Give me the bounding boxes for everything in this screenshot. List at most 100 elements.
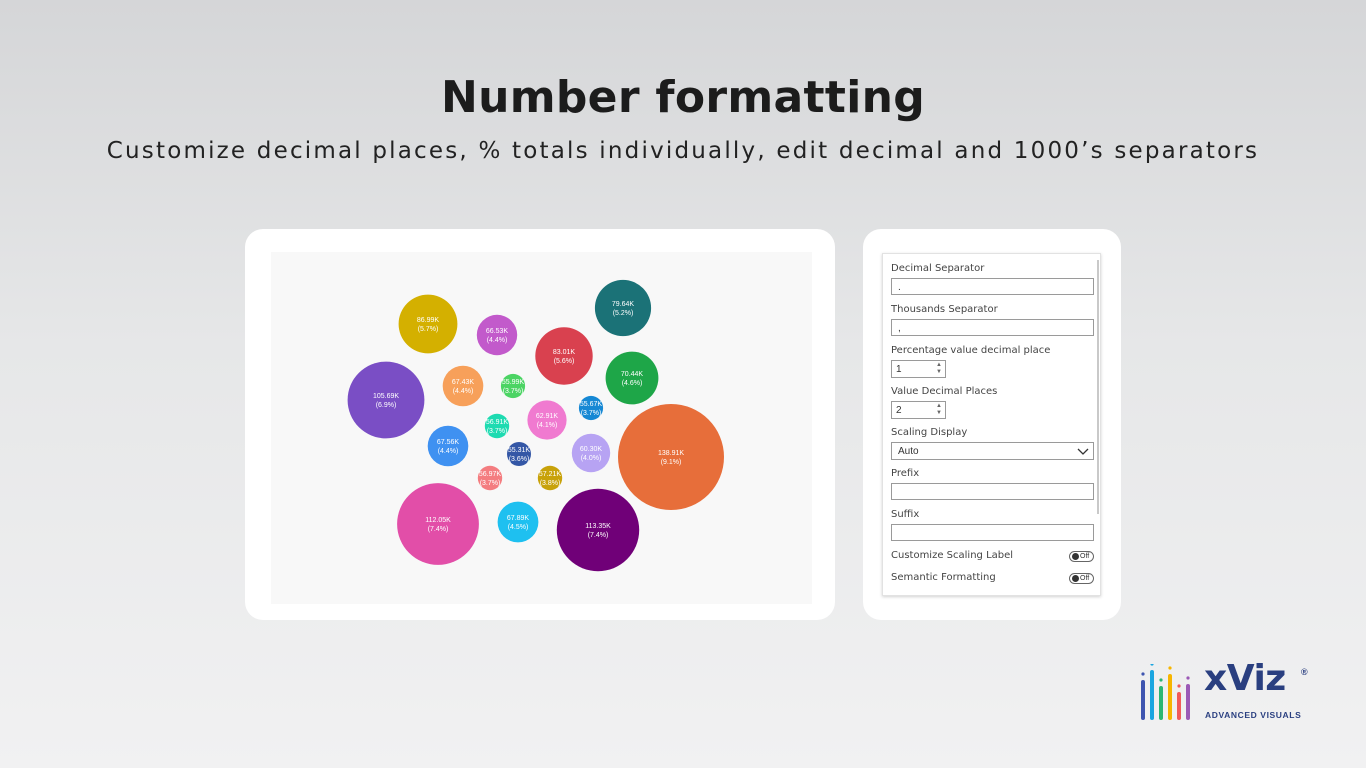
- bubble[interactable]: [397, 483, 479, 565]
- scaling-display-label: Scaling Display: [891, 427, 968, 438]
- percentage-decimal-stepper[interactable]: 1 ▲ ▼: [891, 360, 946, 378]
- logo-bar: [1177, 684, 1181, 720]
- bubble[interactable]: [442, 365, 484, 407]
- bubble-value-label: 57.21K: [539, 471, 562, 478]
- bubble-value-label: 66.53K: [486, 328, 509, 335]
- bubble[interactable]: [347, 361, 425, 439]
- bubble-percent-label: (3.6%): [509, 456, 530, 463]
- customize-scaling-label-toggle[interactable]: Off: [1069, 551, 1094, 562]
- page-title: Number formatting: [440, 72, 926, 123]
- bubble-percent-label: (4.1%): [537, 422, 558, 429]
- bubble-value-label: 56.91K: [486, 419, 509, 426]
- scaling-display-dropdown[interactable]: Auto: [891, 442, 1094, 460]
- value-decimal-value: 2: [896, 405, 902, 416]
- bubble-percent-label: (5.2%): [613, 310, 634, 317]
- semantic-formatting-label: Semantic Formatting: [891, 572, 996, 583]
- scaling-display-value: Auto: [898, 446, 919, 457]
- value-decimal-stepper[interactable]: 2 ▲ ▼: [891, 401, 946, 419]
- bubble-value-label: 55.31K: [508, 447, 531, 454]
- bubble-percent-label: (3.7%): [581, 410, 602, 417]
- logo-bar: [1159, 678, 1163, 720]
- bubble-percent-label: (3.7%): [487, 428, 508, 435]
- bubble[interactable]: [535, 327, 593, 385]
- stepper-arrows-icon[interactable]: ▲ ▼: [936, 403, 942, 417]
- logo-bar: [1150, 664, 1154, 720]
- bubble-percent-label: (5.7%): [418, 326, 439, 333]
- bubble-value-label: 138.91K: [658, 450, 684, 457]
- logo-tagline: ADVANCED VISUALS: [1205, 710, 1302, 720]
- bubble-value-label: 83.01K: [553, 349, 576, 356]
- prefix-input[interactable]: [891, 483, 1094, 500]
- bubble-percent-label: (7.4%): [588, 532, 609, 539]
- bubble-percent-label: (4.4%): [453, 388, 474, 395]
- page-subtitle: Customize decimal places, % totals indiv…: [106, 138, 1260, 164]
- logo-bar: [1168, 666, 1172, 720]
- semantic-formatting-toggle[interactable]: Off: [1069, 573, 1094, 584]
- bubble-value-label: 67.43K: [452, 379, 475, 386]
- bubble-value-label: 112.05K: [425, 517, 451, 524]
- bubble-percent-label: (5.6%): [554, 358, 575, 365]
- bubble[interactable]: [605, 351, 659, 405]
- bubble-value-label: 55.99K: [502, 379, 525, 386]
- bubble-percent-label: (4.6%): [622, 380, 643, 387]
- bubble[interactable]: [527, 400, 567, 440]
- percentage-decimal-value: 1: [896, 364, 902, 375]
- value-decimal-label: Value Decimal Places: [891, 386, 998, 397]
- xviz-logo: xViz ® ADVANCED VISUALS: [1138, 658, 1313, 724]
- logo-bar: [1141, 672, 1145, 720]
- bubble-value-label: 62.91K: [536, 413, 559, 420]
- toggle-state: Off: [1080, 553, 1090, 560]
- chart-card: 86.99K (5.7%) 66.53K (4.4%) 79.64K (5.2%) 83.0…: [245, 229, 835, 620]
- bubble-percent-label: (3.7%): [480, 480, 501, 487]
- bubble-percent-label: (6.9%): [376, 402, 397, 409]
- bubble-value-label: 60.30K: [580, 446, 603, 453]
- stepper-arrows-icon[interactable]: ▲ ▼: [936, 362, 942, 376]
- bubble-value-label: 113.35K: [585, 523, 611, 530]
- thousands-separator-input[interactable]: ,: [891, 319, 1094, 336]
- bubble[interactable]: [497, 501, 539, 543]
- format-pane: Decimal Separator . Thousands Separator …: [882, 253, 1101, 596]
- bubble-percent-label: (4.5%): [508, 524, 529, 531]
- bubble[interactable]: [398, 294, 458, 354]
- decimal-separator-input[interactable]: .: [891, 278, 1094, 295]
- bubble-chart[interactable]: 86.99K (5.7%) 66.53K (4.4%) 79.64K (5.2%) 83.0…: [271, 252, 812, 604]
- toggle-state: Off: [1080, 575, 1090, 582]
- suffix-input[interactable]: [891, 524, 1094, 541]
- logo-wordmark: xViz: [1204, 658, 1286, 699]
- bubble[interactable]: [556, 488, 640, 572]
- bubble-chart-svg: 86.99K (5.7%) 66.53K (4.4%) 79.64K (5.2%) 83.0…: [347, 279, 724, 572]
- registered-mark: ®: [1301, 667, 1308, 677]
- bubble-value-label: 67.89K: [507, 515, 530, 522]
- logo-bar: [1186, 676, 1190, 720]
- bubble-percent-label: (3.8%): [540, 480, 561, 487]
- customize-scaling-label-label: Customize Scaling Label: [891, 550, 1014, 561]
- bubble-percent-label: (4.4%): [438, 448, 459, 455]
- toggle-knob: [1072, 553, 1079, 560]
- bubble-percent-label: (3.7%): [503, 388, 524, 395]
- logo-bars-icon: [1141, 664, 1190, 720]
- bubble[interactable]: [594, 279, 652, 337]
- settings-card: Decimal Separator . Thousands Separator …: [863, 229, 1121, 620]
- bubble-value-label: 56.97K: [479, 471, 502, 478]
- bubble-value-label: 55.67K: [580, 401, 603, 408]
- bubble[interactable]: [476, 314, 518, 356]
- bubble[interactable]: [571, 433, 611, 473]
- prefix-label: Prefix: [891, 468, 920, 479]
- bubble-percent-label: (9.1%): [661, 459, 682, 466]
- bubble-value-label: 79.64K: [612, 301, 635, 308]
- chevron-down-icon: [1077, 448, 1089, 455]
- format-pane-scrollbar[interactable]: [1097, 260, 1099, 514]
- bubble[interactable]: [618, 404, 724, 510]
- bubble-percent-label: (7.4%): [428, 526, 449, 533]
- bubble-value-label: 70.44K: [621, 371, 644, 378]
- toggle-knob: [1072, 575, 1079, 582]
- thousands-separator-label: Thousands Separator: [891, 304, 998, 315]
- percentage-decimal-label: Percentage value decimal place: [891, 345, 1051, 356]
- suffix-label: Suffix: [891, 509, 920, 520]
- bubble-percent-label: (4.4%): [487, 337, 508, 344]
- decimal-separator-label: Decimal Separator: [891, 263, 985, 274]
- bubble-percent-label: (4.0%): [581, 455, 602, 462]
- bubble-value-label: 67.56K: [437, 439, 460, 446]
- bubble[interactable]: [427, 425, 469, 467]
- bubble-value-label: 105.69K: [373, 393, 399, 400]
